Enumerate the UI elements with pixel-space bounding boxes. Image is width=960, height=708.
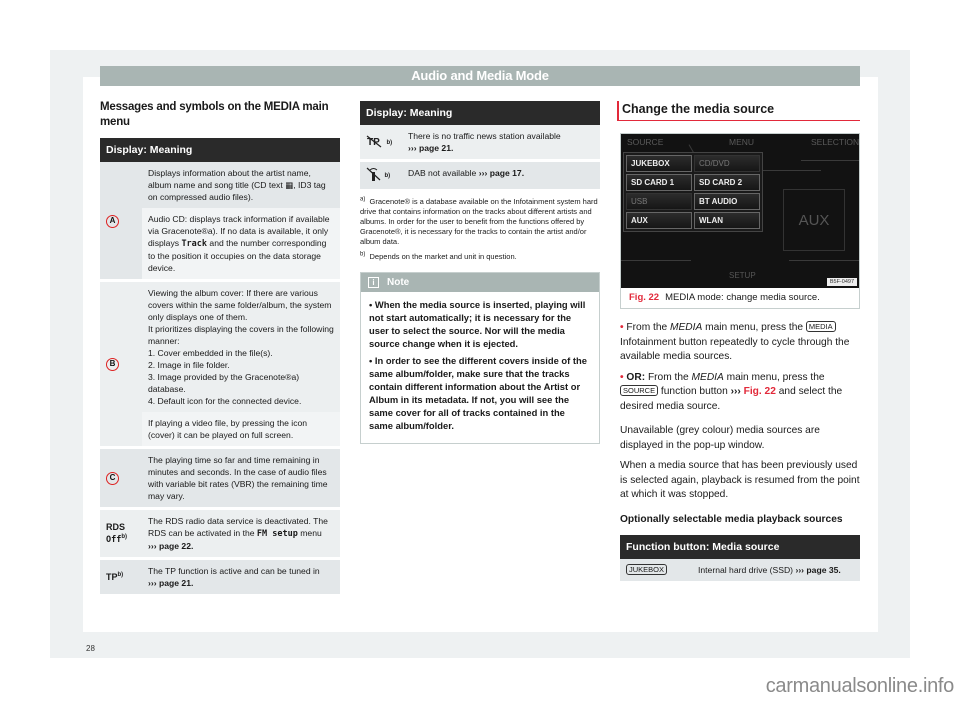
display-meaning-table: Display: Meaning A Displays information … [100, 138, 340, 594]
source-button-aux[interactable]: AUX [626, 212, 692, 229]
paragraph-resume: When a media source that has been previo… [620, 460, 860, 500]
page-link[interactable]: ››› page 21. [408, 143, 453, 153]
row-text: Viewing the album cover: If there are va… [142, 282, 340, 412]
instructions: • From the MEDIA main menu, press the ME… [620, 321, 860, 503]
table-header: Display: Meaning [360, 101, 600, 125]
figure-link[interactable]: Fig. 22 [744, 386, 776, 397]
row-text-line: 2. Image in file folder. [148, 360, 230, 370]
subheading-sources: Optionally selectable media playback sou… [620, 513, 843, 525]
source-button-wlan[interactable]: WLAN [694, 212, 760, 229]
row-text: The RDS radio data service is deactivate… [142, 510, 340, 557]
tab-source[interactable]: SOURCE [627, 137, 663, 147]
current-source-display: AUX [783, 189, 845, 251]
page-link[interactable]: ››› page 22. [148, 541, 193, 551]
source-button-jukebox[interactable]: JUKEBOX [626, 155, 692, 172]
table-row: TPb) The TP function is active and can b… [100, 560, 340, 594]
svg-text:TP: TP [367, 137, 380, 148]
no-traffic-station-icon: TP [366, 135, 387, 150]
note-title: Note [387, 277, 410, 288]
middle-column: Display: Meaning TP b) There is no traff… [360, 101, 600, 444]
page-link[interactable]: ››› page 21. [148, 578, 193, 588]
table-row: B Viewing the album cover: If there are … [100, 282, 340, 446]
info-icon: i [368, 277, 379, 288]
tab-setup[interactable]: SETUP [729, 271, 756, 280]
table-row: TP b) There is no traffic news station a… [360, 125, 600, 159]
chapter-header: Audio and Media Mode [100, 66, 860, 86]
symbol-a-icon: A [106, 214, 119, 228]
tab-selection[interactable]: SELECTION [811, 137, 859, 147]
note-item: • In order to see the different covers i… [369, 355, 587, 431]
row-text: The TP function is active and can be tun… [142, 560, 340, 594]
symbol-b-icon: B [106, 358, 119, 371]
row-text: DAB not available ››› page 17. [402, 162, 600, 189]
footnotes: a) Gracenote® is a database available on… [360, 197, 600, 262]
source-popup: JUKEBOX CD/DVD SD CARD 1 SD CARD 2 USB BT AUD… [623, 152, 763, 232]
figure-caption: Fig. 22 MEDIA mode: change media source. [621, 288, 859, 308]
table-header: Function button: Media source [620, 535, 860, 559]
figure-22: SOURCE MENU SELECTION JUKEBOX CD/DVD SD CA… [620, 133, 860, 309]
source-button-sd-card-1[interactable]: SD CARD 1 [626, 174, 692, 191]
paragraph-unavailable: Unavailable (grey colour) media sources … [620, 425, 820, 451]
row-text: Audio CD: displays track information if … [142, 208, 340, 279]
source-button-sd-card-2[interactable]: SD CARD 2 [694, 174, 760, 191]
jukebox-key: JUKEBOX [626, 564, 668, 575]
table-row: JUKEBOX Internal hard drive (SSD) ››› pa… [620, 559, 860, 581]
page-link[interactable]: ››› page 17. [479, 168, 524, 178]
section-title-media-symbols: Messages and symbols on the MEDIA main m… [100, 101, 329, 128]
media-key: MEDIA [805, 321, 836, 332]
section-title-change-source: Change the media source [617, 101, 860, 121]
row-text-line: 1. Cover embedded in the file(s). [148, 348, 273, 358]
row-text: Displays information about the artist na… [142, 162, 340, 208]
row-text-line: It prioritizes displaying the covers in … [148, 324, 334, 346]
footnote-a: a) Gracenote® is a database available on… [360, 196, 598, 247]
row-text: There is no traffic news station availab… [402, 125, 600, 159]
infotainment-screen: SOURCE MENU SELECTION JUKEBOX CD/DVD SD CA… [621, 134, 859, 288]
display-meaning-table-continued: Display: Meaning TP b) There is no traff… [360, 101, 600, 189]
table-row: b) DAB not available ››› page 17. [360, 162, 600, 189]
right-column: Change the media source SOURCE MENU SELE… [617, 101, 860, 581]
row-text-line: 3. Image provided by the Gracenote®a) da… [148, 372, 300, 394]
watermark: carmanualsonline.info [765, 675, 955, 697]
figure-code: B5F-0497 [826, 278, 857, 286]
footnote-b: b) Depends on the market and unit in que… [360, 251, 517, 262]
note-box: i Note • When the media source is insert… [360, 272, 600, 444]
page-link[interactable]: ››› page 35. [795, 565, 840, 575]
tp-label: TP [106, 572, 118, 582]
tab-menu[interactable]: MENU [729, 137, 754, 147]
note-item: • When the media source is inserted, pla… [369, 299, 586, 349]
row-text-line: 4. Default icon for the connected device… [148, 396, 302, 406]
table-header: Display: Meaning [100, 138, 340, 162]
page-number: 28 [86, 644, 95, 653]
dab-not-available-icon [366, 167, 385, 183]
source-button-bt-audio[interactable]: BT AUDIO [694, 193, 760, 210]
step-1: • From the MEDIA main menu, press the ME… [620, 321, 850, 362]
source-button-cd-dvd[interactable]: CD/DVD [694, 155, 760, 172]
step-2: • OR: From the MEDIA main menu, press th… [620, 371, 843, 412]
row-text: If playing a video file, by pressing the… [142, 412, 340, 446]
left-column: Messages and symbols on the MEDIA main m… [100, 100, 340, 594]
rds-off-label: RDS Off [106, 522, 126, 545]
table-row: A Displays information about the artist … [100, 162, 340, 279]
row-text: The playing time so far and time remaini… [142, 449, 340, 507]
row-text-line: Viewing the album cover: If there are va… [148, 288, 332, 322]
media-source-table: Function button: Media source JUKEBOX In… [620, 535, 860, 581]
table-row: C The playing time so far and time remai… [100, 449, 340, 507]
table-row: RDS Offb) The RDS radio data service is d… [100, 510, 340, 557]
symbol-c-icon: C [106, 472, 119, 485]
source-key: SOURCE [620, 385, 659, 396]
source-button-usb[interactable]: USB [626, 193, 692, 210]
